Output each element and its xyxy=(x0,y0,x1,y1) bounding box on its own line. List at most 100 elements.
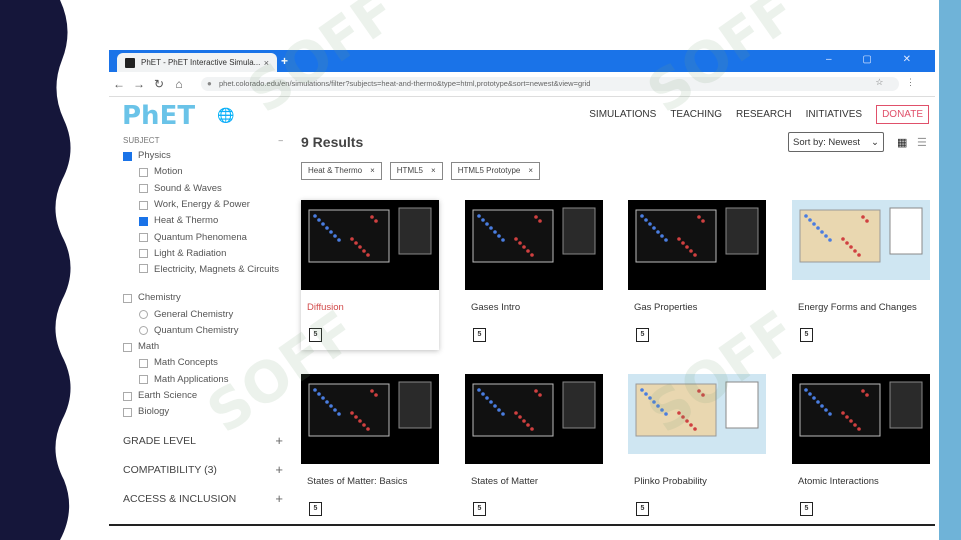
simulation-card[interactable]: Plinko Probability 5 xyxy=(628,374,766,524)
simulation-title[interactable]: States of Matter xyxy=(465,476,603,500)
simulation-title[interactable]: Plinko Probability xyxy=(628,476,766,500)
html5-badge-icon: 5 xyxy=(309,328,322,342)
simulation-title[interactable]: Atomic Interactions xyxy=(792,476,930,500)
checkbox-icon[interactable] xyxy=(123,342,132,352)
subject-filter-item[interactable]: Quantum Phenomena xyxy=(123,229,283,245)
new-tab-button[interactable]: + xyxy=(281,54,288,68)
subject-filter-item[interactable]: Heat & Thermo xyxy=(123,213,283,229)
subject-filter-item[interactable]: Light & Radiation xyxy=(123,246,283,262)
phet-logo[interactable]: PhET xyxy=(122,101,195,131)
checkbox-icon[interactable] xyxy=(123,293,132,303)
simulation-title[interactable]: Energy Forms and Changes xyxy=(792,302,930,326)
simulation-title[interactable]: Gases Intro xyxy=(465,302,603,326)
simulation-thumbnail[interactable] xyxy=(628,374,766,464)
nav-initiatives[interactable]: INITIATIVES xyxy=(806,109,863,120)
home-button[interactable]: ⌂ xyxy=(169,77,189,91)
sort-selected-value: Sort by: Newest xyxy=(793,137,861,148)
expand-plus-icon[interactable]: + xyxy=(275,491,283,506)
subject-filter-item[interactable]: Math Applications xyxy=(123,372,283,388)
expand-plus-icon[interactable]: + xyxy=(275,462,283,477)
subject-filter-item[interactable]: Quantum Chemistry xyxy=(123,323,283,339)
subject-filter-item[interactable]: Earth Science xyxy=(123,388,283,404)
nav-simulations[interactable]: SIMULATIONS xyxy=(589,109,656,120)
subject-filter-item[interactable]: Math Concepts xyxy=(123,355,283,371)
remove-filter-icon[interactable]: × xyxy=(370,163,375,179)
checkbox-icon[interactable] xyxy=(139,375,148,385)
expand-plus-icon[interactable]: + xyxy=(275,433,283,448)
phet-favicon-icon xyxy=(125,57,135,68)
checkbox-icon[interactable] xyxy=(139,264,148,274)
simulation-card[interactable]: Diffusion 5 xyxy=(301,200,439,350)
donate-button[interactable]: DONATE xyxy=(876,105,929,124)
subject-filter-item[interactable]: Motion xyxy=(123,164,283,180)
checkbox-icon[interactable] xyxy=(139,326,148,336)
filter-section-compatibility[interactable]: COMPATIBILITY (3) + xyxy=(123,455,283,484)
nav-teaching[interactable]: TEACHING xyxy=(670,109,722,120)
top-navigation: SIMULATIONS TEACHING RESEARCH INITIATIVE… xyxy=(589,105,929,124)
simulation-thumbnail[interactable] xyxy=(792,374,930,464)
subject-collapse-icon[interactable]: – xyxy=(279,136,283,148)
html5-badge-icon: 5 xyxy=(473,502,486,516)
simulation-thumbnail[interactable] xyxy=(465,374,603,464)
filter-section-access-inclusion[interactable]: ACCESS & INCLUSION + xyxy=(123,484,283,513)
sort-select[interactable]: Sort by: Newest ⌄ xyxy=(788,132,884,152)
subject-filter-item[interactable]: Electricity, Magnets & Circuits xyxy=(123,262,283,290)
subject-filter-item[interactable]: Biology xyxy=(123,404,283,420)
simulation-card[interactable]: Gases Intro 5 xyxy=(465,200,603,350)
checkbox-icon[interactable] xyxy=(139,249,148,259)
subject-filter-label: Quantum Chemistry xyxy=(154,324,239,336)
html5-badge-icon: 5 xyxy=(800,502,813,516)
checkbox-icon[interactable] xyxy=(123,391,132,401)
checkbox-icon[interactable] xyxy=(139,233,148,243)
html5-badge-icon: 5 xyxy=(800,328,813,342)
lock-icon: ● xyxy=(207,79,212,88)
simulation-card[interactable]: States of Matter 5 xyxy=(465,374,603,524)
bookmark-star-icon[interactable]: ☆ ⋮ xyxy=(875,77,925,88)
subject-filter-item[interactable]: Sound & Waves xyxy=(123,181,283,197)
subject-filter-item[interactable]: Chemistry xyxy=(123,290,283,306)
remove-filter-icon[interactable]: × xyxy=(431,163,436,179)
simulation-card[interactable]: States of Matter: Basics 5 xyxy=(301,374,439,524)
reload-button[interactable]: ↻ xyxy=(149,77,169,91)
filter-section-grade-level[interactable]: GRADE LEVEL + xyxy=(123,426,283,455)
browser-tab[interactable]: PhET - PhET Interactive Simula... × xyxy=(117,53,277,72)
nav-research[interactable]: RESEARCH xyxy=(736,109,792,120)
subject-filter-label: Physics xyxy=(138,150,171,162)
simulation-title[interactable]: States of Matter: Basics xyxy=(301,476,439,500)
url-input[interactable]: ● phet.colorado.edu/en/simulations/filte… xyxy=(201,77,899,91)
subject-filter-item[interactable]: Physics xyxy=(123,148,283,164)
checkbox-icon[interactable] xyxy=(139,184,148,194)
checkbox-icon[interactable] xyxy=(139,167,148,177)
simulation-thumbnail[interactable] xyxy=(792,200,930,290)
subject-filter-label: Math Applications xyxy=(154,373,229,385)
subject-header[interactable]: SUBJECT – xyxy=(123,136,283,148)
simulation-card[interactable]: Gas Properties 5 xyxy=(628,200,766,350)
tab-close-icon[interactable]: × xyxy=(264,58,269,68)
subject-filter-item[interactable]: General Chemistry xyxy=(123,306,283,322)
checkbox-icon[interactable] xyxy=(123,407,132,417)
subject-filter-item[interactable]: Work, Energy & Power xyxy=(123,197,283,213)
checkbox-icon[interactable] xyxy=(139,358,148,368)
language-globe-icon[interactable]: 🌐 xyxy=(217,107,234,124)
simulation-thumbnail[interactable] xyxy=(465,200,603,290)
remove-filter-icon[interactable]: × xyxy=(528,163,533,179)
checkbox-icon[interactable] xyxy=(139,310,148,320)
simulation-thumbnail[interactable] xyxy=(301,374,439,464)
logo-text: PhET xyxy=(122,101,196,131)
simulation-card[interactable]: Atomic Interactions 5 xyxy=(792,374,930,524)
simulation-card[interactable]: Energy Forms and Changes 5 xyxy=(792,200,930,350)
simulation-title[interactable]: Diffusion xyxy=(301,302,439,326)
checkbox-icon[interactable] xyxy=(139,200,148,210)
simulation-thumbnail[interactable] xyxy=(301,200,439,290)
simulation-thumbnail[interactable] xyxy=(628,200,766,290)
grid-view-icon[interactable]: ▦ xyxy=(897,136,907,149)
thumbnail-graphic xyxy=(301,381,439,464)
window-controls[interactable]: – ▢ ✕ xyxy=(826,54,925,65)
forward-button[interactable]: → xyxy=(129,77,149,91)
checkbox-checked-icon[interactable] xyxy=(123,151,132,161)
checkbox-checked-icon[interactable] xyxy=(139,216,148,226)
list-view-icon[interactable]: ☰ xyxy=(917,136,927,149)
subject-filter-item[interactable]: Math xyxy=(123,339,283,355)
back-button[interactable]: ← xyxy=(109,77,129,91)
simulation-title[interactable]: Gas Properties xyxy=(628,302,766,326)
